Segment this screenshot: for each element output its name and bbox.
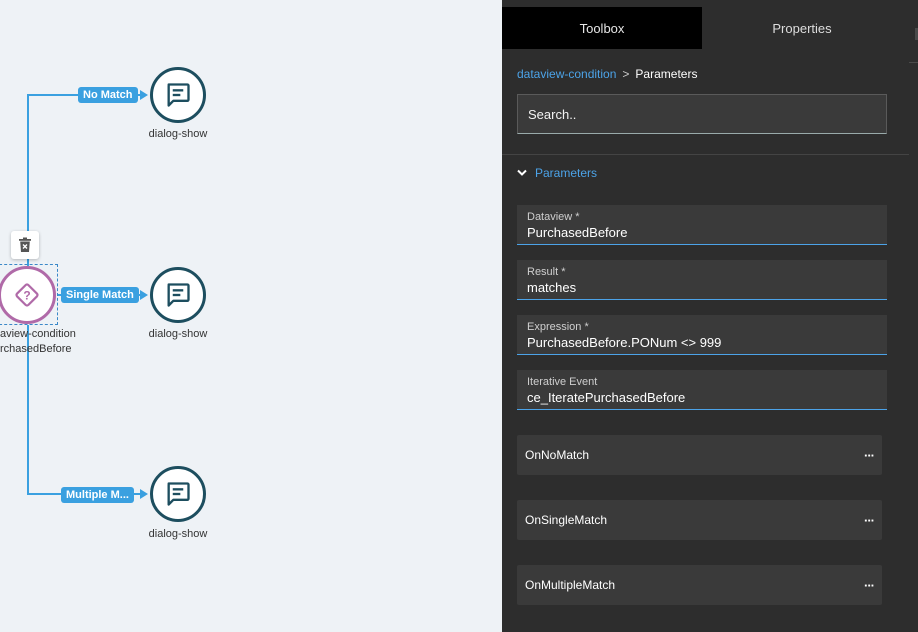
- more-options-icon[interactable]: ···: [864, 578, 875, 593]
- field-label: Expression *: [527, 321, 589, 333]
- dialog-show-node[interactable]: [150, 267, 206, 323]
- dataview-condition-node[interactable]: ?: [0, 266, 56, 324]
- connector-lines: [27, 90, 148, 499]
- breadcrumb-separator: >: [622, 67, 630, 81]
- event-name: OnSingleMatch: [525, 513, 608, 527]
- field-value[interactable]: PurchasedBefore: [527, 225, 877, 241]
- event-on-multiple-match[interactable]: OnMultipleMatch ···: [517, 565, 882, 605]
- side-panel: Toolbox Properties dataview-condition > Pa…: [502, 0, 918, 632]
- field-value[interactable]: PurchasedBefore.PONum <> 999: [527, 335, 877, 351]
- trash-icon: [19, 237, 31, 252]
- tab-toolbox[interactable]: Toolbox: [502, 7, 702, 49]
- panel-tabs: Toolbox Properties: [502, 7, 918, 49]
- breadcrumb-link[interactable]: dataview-condition: [517, 67, 616, 81]
- condition-label-line2: rchasedBefore: [0, 343, 72, 355]
- field-label: Dataview *: [527, 211, 580, 223]
- condition-label-line1: aview-condition: [0, 328, 76, 340]
- edge-label-single-match[interactable]: Single Match: [61, 287, 139, 303]
- connector-no-match: [27, 94, 140, 266]
- event-name: OnMultipleMatch: [525, 578, 616, 592]
- delete-node-button[interactable]: [11, 231, 39, 259]
- iterative-event-field[interactable]: Iterative Event ce_IteratePurchasedBefor…: [517, 370, 887, 410]
- node-label: dialog-show: [148, 328, 208, 340]
- event-on-single-match[interactable]: OnSingleMatch ···: [517, 500, 882, 540]
- more-options-icon[interactable]: ···: [864, 448, 875, 463]
- dataview-field[interactable]: Dataview * PurchasedBefore: [517, 205, 887, 245]
- edge-label-multiple-match[interactable]: Multiple M...: [61, 487, 134, 503]
- divider: [502, 154, 918, 155]
- svg-text:?: ?: [23, 289, 30, 303]
- field-label: Result *: [527, 266, 566, 278]
- flow-canvas[interactable]: No Match Single Match Multiple M... dial…: [0, 0, 502, 632]
- parameters-section-header[interactable]: Parameters: [517, 166, 597, 180]
- arrowhead-icon: [140, 489, 148, 499]
- field-value[interactable]: ce_IteratePurchasedBefore: [527, 390, 877, 406]
- more-options-icon[interactable]: ···: [864, 513, 875, 528]
- section-title: Parameters: [535, 166, 598, 180]
- edge-label-no-match[interactable]: No Match: [78, 87, 138, 103]
- diamond-question-icon: ?: [15, 283, 39, 307]
- node-label: dialog-show: [148, 128, 208, 140]
- strip-divider: [909, 62, 918, 63]
- dialog-show-node[interactable]: [150, 67, 206, 123]
- node-label: dialog-show: [148, 528, 208, 540]
- chat-message-icon: [167, 283, 190, 307]
- result-field[interactable]: Result * matches: [517, 260, 887, 300]
- arrowhead-icon: [140, 290, 148, 300]
- chat-message-icon: [167, 482, 190, 506]
- chevron-down-icon: [517, 169, 527, 176]
- breadcrumb: dataview-condition > Parameters: [517, 67, 697, 81]
- right-edge-strip: [909, 0, 918, 632]
- breadcrumb-current: Parameters: [635, 67, 698, 81]
- chat-message-icon: [167, 83, 190, 107]
- field-value[interactable]: matches: [527, 280, 877, 296]
- event-on-no-match[interactable]: OnNoMatch ···: [517, 435, 882, 475]
- expression-field[interactable]: Expression * PurchasedBefore.PONum <> 99…: [517, 315, 887, 355]
- field-label: Iterative Event: [527, 376, 598, 388]
- tab-properties[interactable]: Properties: [702, 7, 902, 49]
- dialog-show-node[interactable]: [150, 466, 206, 522]
- event-name: OnNoMatch: [525, 448, 590, 462]
- arrowhead-icon: [140, 90, 148, 100]
- search-input[interactable]: [517, 94, 887, 134]
